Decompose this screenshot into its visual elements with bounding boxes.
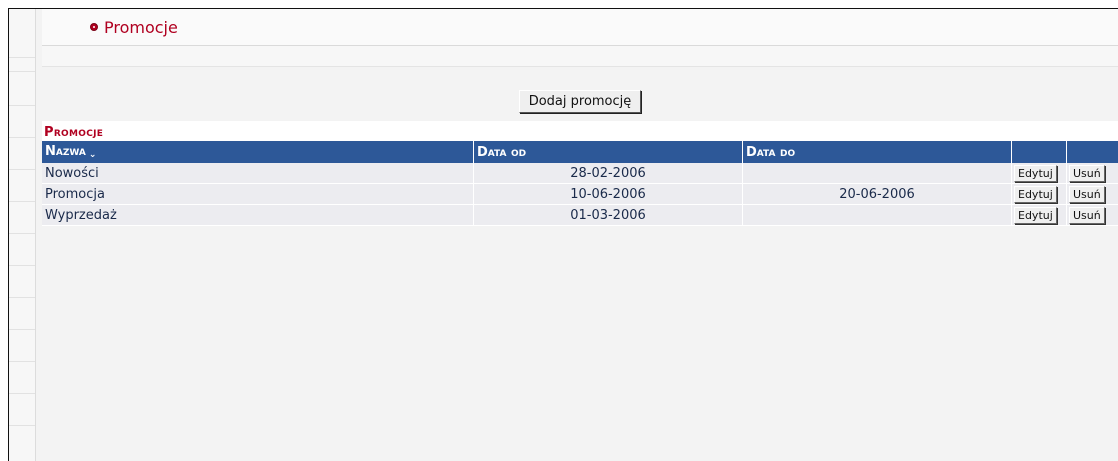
table-row: Nowości 28-02-2006 Edytuj Usuń	[42, 163, 1118, 184]
cell-delete: Usuń	[1066, 204, 1118, 226]
column-header-date-to[interactable]: Data do	[742, 141, 1012, 163]
cell-edit: Edytuj	[1011, 183, 1067, 205]
table-row: Wyprzedaż 01-03-2006 Edytuj Usuń	[42, 204, 1118, 226]
cell-edit: Edytuj	[1011, 163, 1067, 184]
sub-header-band	[42, 46, 1118, 67]
cell-delete: Usuń	[1066, 183, 1118, 205]
cell-date-to	[742, 163, 1012, 184]
cell-date-from: 28-02-2006	[473, 163, 743, 184]
promotions-table: Nazwa ⌄ Data od Data do Nowości 28-02-200…	[42, 141, 1118, 226]
sort-caret-icon: ⌄	[88, 150, 97, 160]
column-header-delete	[1066, 141, 1118, 163]
edit-button[interactable]: Edytuj	[1014, 206, 1057, 224]
left-gutter	[9, 9, 36, 461]
column-header-date-from[interactable]: Data od	[473, 141, 743, 163]
cell-name: Wyprzedaż	[42, 204, 474, 226]
cell-name: Promocja	[42, 183, 474, 205]
page-header: Promocje	[42, 9, 1118, 46]
delete-button[interactable]: Usuń	[1069, 206, 1105, 224]
bullet-icon	[90, 23, 98, 31]
toolbar: Dodaj promocję	[42, 90, 1118, 113]
cell-edit: Edytuj	[1011, 204, 1067, 226]
table-row: Promocja 10-06-2006 20-06-2006 Edytuj Us…	[42, 183, 1118, 205]
delete-button[interactable]: Usuń	[1069, 164, 1105, 182]
promotions-panel: Promocje Nazwa ⌄ Data od Data do Nowości…	[42, 121, 1118, 226]
cell-delete: Usuń	[1066, 163, 1118, 184]
page-title: Promocje	[104, 17, 178, 37]
column-header-name[interactable]: Nazwa ⌄	[42, 141, 474, 163]
cell-date-to	[742, 204, 1012, 226]
cell-date-to: 20-06-2006	[742, 183, 1012, 205]
cell-date-from: 10-06-2006	[473, 183, 743, 205]
delete-button[interactable]: Usuń	[1069, 185, 1105, 203]
app-frame: Promocje Dodaj promocję Promocje Nazwa ⌄ …	[8, 8, 1118, 461]
cell-date-from: 01-03-2006	[473, 204, 743, 226]
table-header-row: Nazwa ⌄ Data od Data do	[42, 141, 1118, 163]
edit-button[interactable]: Edytuj	[1014, 185, 1057, 203]
panel-title: Promocje	[44, 125, 104, 140]
add-promotion-button[interactable]: Dodaj promocję	[518, 90, 642, 113]
cell-name: Nowości	[42, 163, 474, 184]
column-header-name-label: Nazwa	[45, 144, 86, 159]
edit-button[interactable]: Edytuj	[1014, 164, 1057, 182]
main-content: Promocje Dodaj promocję Promocje Nazwa ⌄ …	[42, 9, 1118, 461]
column-header-edit	[1011, 141, 1067, 163]
